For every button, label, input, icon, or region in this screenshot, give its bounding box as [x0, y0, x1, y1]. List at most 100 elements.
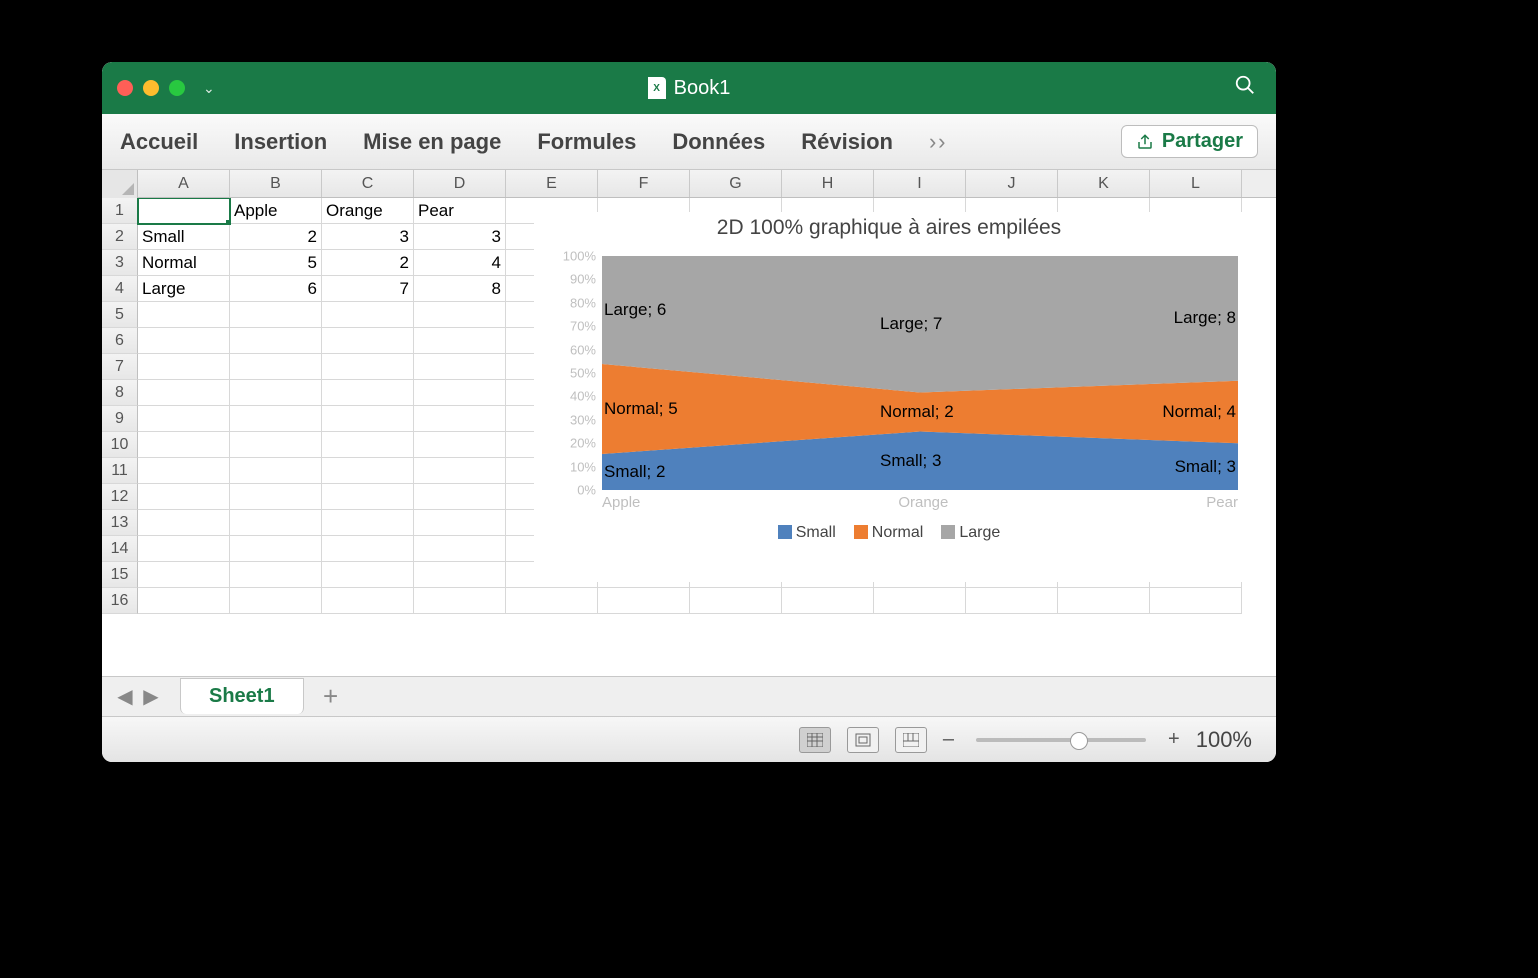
zoom-in-button[interactable]: +	[1168, 728, 1180, 751]
cell[interactable]	[414, 380, 506, 406]
cell[interactable]	[690, 588, 782, 614]
cell[interactable]	[138, 536, 230, 562]
col-head-g[interactable]: G	[690, 170, 782, 197]
cell[interactable]	[414, 562, 506, 588]
row-head[interactable]: 15	[102, 562, 138, 588]
cell[interactable]	[414, 510, 506, 536]
cell[interactable]	[322, 510, 414, 536]
cell[interactable]: 2	[322, 250, 414, 276]
cell[interactable]	[1150, 588, 1242, 614]
cell[interactable]	[414, 328, 506, 354]
cell[interactable]	[138, 484, 230, 510]
cell[interactable]	[138, 302, 230, 328]
cell[interactable]: Pear	[414, 198, 506, 224]
cell[interactable]	[138, 354, 230, 380]
cell[interactable]	[414, 588, 506, 614]
tab-formules[interactable]: Formules	[537, 129, 636, 155]
tab-donnees[interactable]: Données	[672, 129, 765, 155]
cell[interactable]	[414, 458, 506, 484]
cell[interactable]: Apple	[230, 198, 322, 224]
cell[interactable]	[138, 328, 230, 354]
cell[interactable]	[322, 406, 414, 432]
cell[interactable]	[322, 588, 414, 614]
row-head[interactable]: 2	[102, 224, 138, 250]
tab-mise-en-page[interactable]: Mise en page	[363, 129, 501, 155]
cell[interactable]	[322, 380, 414, 406]
spreadsheet-grid[interactable]: 1AppleOrangePear2Small2333Normal5244Larg…	[102, 198, 1276, 676]
zoom-level[interactable]: 100%	[1196, 727, 1252, 753]
cell[interactable]	[506, 588, 598, 614]
cell[interactable]: 3	[322, 224, 414, 250]
cell[interactable]: 3	[414, 224, 506, 250]
tab-accueil[interactable]: Accueil	[120, 129, 198, 155]
view-page-break-icon[interactable]	[895, 727, 927, 753]
cell[interactable]	[230, 588, 322, 614]
row-head[interactable]: 8	[102, 380, 138, 406]
cell[interactable]	[782, 588, 874, 614]
cell[interactable]	[138, 458, 230, 484]
cell[interactable]	[322, 328, 414, 354]
cell[interactable]	[598, 588, 690, 614]
col-head-a[interactable]: A	[138, 170, 230, 197]
col-head-f[interactable]: F	[598, 170, 690, 197]
cell[interactable]	[322, 432, 414, 458]
cell[interactable]: Small	[138, 224, 230, 250]
cell[interactable]	[230, 458, 322, 484]
cell[interactable]	[322, 354, 414, 380]
cell[interactable]	[322, 302, 414, 328]
row-head[interactable]: 3	[102, 250, 138, 276]
row-head[interactable]: 12	[102, 484, 138, 510]
cell[interactable]	[1058, 588, 1150, 614]
cell[interactable]	[230, 406, 322, 432]
minimize-icon[interactable]	[143, 80, 159, 96]
cell[interactable]	[230, 510, 322, 536]
col-head-i[interactable]: I	[874, 170, 966, 197]
add-sheet-button[interactable]: +	[314, 681, 348, 712]
cell[interactable]	[230, 380, 322, 406]
sheet-tab-active[interactable]: Sheet1	[180, 678, 304, 714]
row-head[interactable]: 14	[102, 536, 138, 562]
row-head[interactable]: 4	[102, 276, 138, 302]
cell[interactable]	[322, 458, 414, 484]
col-head-j[interactable]: J	[966, 170, 1058, 197]
cell[interactable]	[138, 198, 230, 224]
customize-toolbar-icon[interactable]: ⌄	[203, 80, 215, 97]
cell[interactable]: 7	[322, 276, 414, 302]
row-head[interactable]: 1	[102, 198, 138, 224]
row-head[interactable]: 9	[102, 406, 138, 432]
cell[interactable]	[138, 406, 230, 432]
cell[interactable]	[414, 354, 506, 380]
row-head[interactable]: 7	[102, 354, 138, 380]
search-icon[interactable]	[1234, 74, 1256, 102]
row-head[interactable]: 6	[102, 328, 138, 354]
row-head[interactable]: 10	[102, 432, 138, 458]
cell[interactable]	[138, 380, 230, 406]
share-button[interactable]: Partager	[1121, 125, 1258, 158]
cell[interactable]: 6	[230, 276, 322, 302]
col-head-l[interactable]: L	[1150, 170, 1242, 197]
tab-insertion[interactable]: Insertion	[234, 129, 327, 155]
view-page-layout-icon[interactable]	[847, 727, 879, 753]
cell[interactable]	[322, 484, 414, 510]
cell[interactable]: 2	[230, 224, 322, 250]
cell[interactable]	[322, 562, 414, 588]
cell[interactable]	[138, 562, 230, 588]
sheet-nav-next-icon[interactable]: ▶	[140, 684, 162, 709]
row-head[interactable]: 11	[102, 458, 138, 484]
row-head[interactable]: 16	[102, 588, 138, 614]
col-head-c[interactable]: C	[322, 170, 414, 197]
col-head-k[interactable]: K	[1058, 170, 1150, 197]
col-head-e[interactable]: E	[506, 170, 598, 197]
cell[interactable]: 8	[414, 276, 506, 302]
sheet-nav-prev-icon[interactable]: ◀	[114, 684, 136, 709]
row-head[interactable]: 5	[102, 302, 138, 328]
cell[interactable]	[230, 562, 322, 588]
cell[interactable]	[230, 328, 322, 354]
cell[interactable]	[230, 432, 322, 458]
tab-revision[interactable]: Révision	[801, 129, 893, 155]
cell[interactable]	[322, 536, 414, 562]
cell[interactable]	[230, 354, 322, 380]
cell[interactable]: Large	[138, 276, 230, 302]
zoom-icon[interactable]	[169, 80, 185, 96]
col-head-h[interactable]: H	[782, 170, 874, 197]
